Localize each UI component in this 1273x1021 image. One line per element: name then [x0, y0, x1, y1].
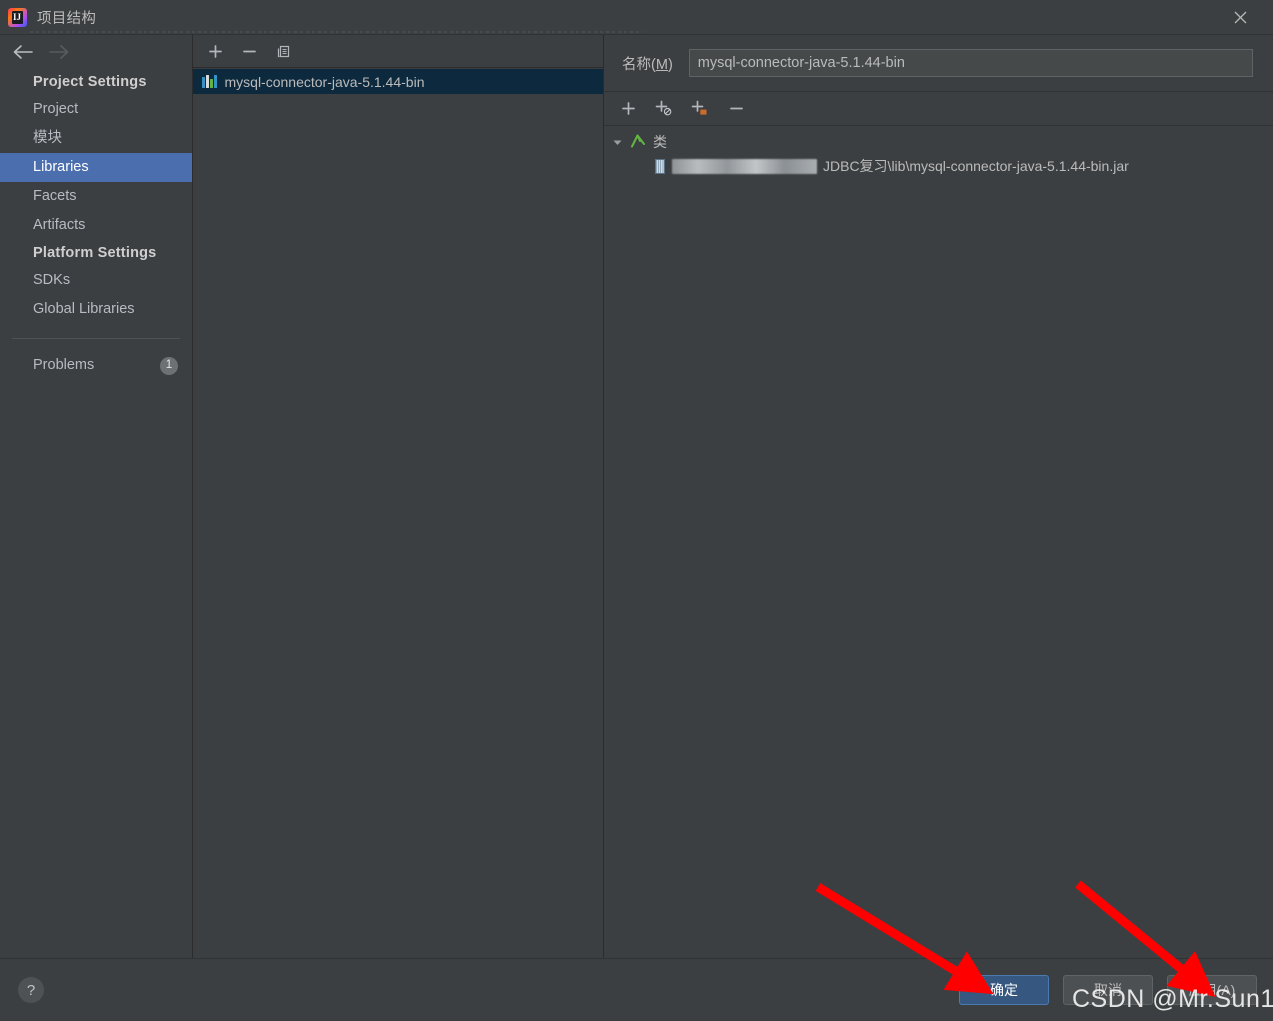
sidebar-item-problems-label: Problems — [33, 357, 95, 373]
library-name-input[interactable] — [688, 49, 1253, 77]
libraries-toolbar — [193, 35, 603, 68]
dialog-body: Project Settings Project 模块 Libraries Fa… — [0, 34, 1273, 958]
arrow-left-icon[interactable] — [12, 44, 34, 60]
sidebar-group-project-settings: Project Settings — [33, 74, 147, 90]
minus-icon[interactable] — [236, 39, 262, 63]
library-roots-tree: 类 JDBC复习\lib\mysql-connector-java-5.1.44… — [604, 126, 1273, 958]
arrow-right-icon[interactable] — [48, 44, 70, 60]
sidebar-item-global-libraries[interactable]: Global Libraries — [0, 295, 192, 324]
sidebar-item-problems[interactable]: Problems 1 — [0, 351, 192, 380]
sidebar-group-platform-settings: Platform Settings — [33, 245, 157, 261]
library-roots-toolbar — [604, 92, 1273, 126]
dialog-titlebar: IJ 项目结构 — [0, 0, 1273, 34]
project-structure-dialog: IJ 项目结构 Project Settings Project 模块 Libr… — [0, 0, 1273, 1021]
sidebar-item-artifacts[interactable]: Artifacts — [0, 211, 192, 240]
help-icon[interactable]: ? — [18, 977, 44, 1003]
list-item-label: mysql-connector-java-5.1.44-bin — [224, 73, 425, 90]
plus-icon[interactable] — [615, 97, 641, 121]
libraries-list-panel: mysql-connector-java-5.1.44-bin — [193, 35, 604, 958]
library-detail-panel: 名称(M) mysql-connector-java-5.1.44-bin 类 … — [604, 35, 1273, 958]
library-name-row: 名称(M) — [604, 35, 1273, 92]
jar-icon — [654, 158, 666, 174]
problems-count-badge: 1 — [160, 356, 178, 375]
dialog-footer: ? 确定 取消 应用(A) — [0, 958, 1273, 1021]
apply-button[interactable]: 应用(A) — [1167, 975, 1257, 1005]
tree-row-jar-label: JDBC复习\lib\mysql-connector-java-5.1.44-b… — [823, 158, 1129, 174]
sidebar-item-project[interactable]: Project — [0, 95, 192, 124]
plus-exclude-icon[interactable] — [651, 97, 677, 121]
redacted-path-prefix — [672, 158, 817, 174]
sidebar-divider — [12, 338, 180, 339]
window-seam — [30, 31, 643, 33]
close-icon[interactable] — [1217, 0, 1263, 34]
sidebar-navigation — [0, 35, 192, 69]
plus-folder-icon[interactable] — [687, 97, 713, 121]
tree-row-classes-label: 类 — [653, 134, 667, 150]
dialog-button-bar: 确定 取消 应用(A) — [959, 975, 1257, 1005]
plus-icon[interactable] — [202, 39, 228, 63]
titlebar-left: IJ 项目结构 — [0, 7, 96, 28]
sidebar-item-facets[interactable]: Facets — [0, 182, 192, 211]
sidebar-item-sdks[interactable]: SDKs — [0, 266, 192, 295]
library-icon — [202, 75, 217, 88]
sidebar-item-modules[interactable]: 模块 — [0, 124, 192, 153]
tree-row-classes[interactable]: 类 — [604, 130, 1273, 154]
chevron-down-icon[interactable] — [610, 137, 624, 148]
libraries-list: mysql-connector-java-5.1.44-bin — [193, 68, 603, 958]
cancel-button[interactable]: 取消 — [1063, 975, 1153, 1005]
sidebar-item-libraries[interactable]: Libraries — [0, 153, 192, 182]
copy-icon[interactable] — [270, 39, 296, 63]
library-name-label: 名称(M) — [622, 56, 673, 73]
classes-icon — [630, 133, 647, 151]
minus-icon[interactable] — [723, 97, 749, 121]
dialog-title: 项目结构 — [37, 10, 97, 27]
list-item[interactable]: mysql-connector-java-5.1.44-bin — [193, 69, 603, 94]
intellij-idea-icon: IJ — [8, 7, 27, 27]
settings-sidebar: Project Settings Project 模块 Libraries Fa… — [0, 35, 193, 958]
tree-row-jar[interactable]: JDBC复习\lib\mysql-connector-java-5.1.44-b… — [604, 154, 1273, 178]
ok-button[interactable]: 确定 — [959, 975, 1049, 1005]
